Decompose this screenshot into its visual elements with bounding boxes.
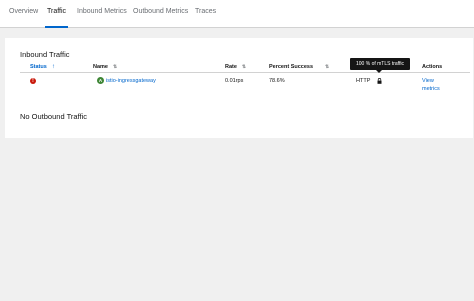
column-header-actions: Actions <box>422 64 443 70</box>
row-name-link[interactable]: istio-ingressgateway <box>106 78 156 84</box>
row-percent-success: 78.6% <box>269 77 285 84</box>
error-circle-icon: ! <box>30 78 36 84</box>
column-header-status[interactable]: Status ↑ <box>30 64 55 70</box>
app-badge: A <box>97 77 104 84</box>
sort-icon: ⇅ <box>241 64 247 70</box>
column-header-name[interactable]: Name ⇅ <box>93 64 117 70</box>
no-outbound-traffic-text: No Outbound Traffic <box>20 112 87 121</box>
tab-outbound-metrics[interactable]: Outbound Metrics <box>133 8 188 27</box>
traffic-card: Inbound Traffic Status ↑ Name ⇅ Rate ⇅ P… <box>5 38 473 138</box>
tab-inbound-metrics[interactable]: Inbound Metrics <box>77 8 127 27</box>
sort-ascending-icon: ↑ <box>51 64 55 70</box>
lock-icon[interactable] <box>377 78 382 84</box>
column-header-percent-success[interactable]: Percent Success ⇅ <box>269 64 329 70</box>
header-divider <box>20 72 470 73</box>
view-metrics-link[interactable]: View metrics <box>422 78 440 92</box>
tab-traffic[interactable]: Traffic <box>44 8 69 28</box>
tab-overview[interactable]: Overview <box>9 8 38 27</box>
tab-bar: Overview Traffic Inbound Metrics Outboun… <box>0 0 474 28</box>
inbound-traffic-title: Inbound Traffic <box>20 50 70 59</box>
row-rate: 0.01rps <box>225 77 244 84</box>
sort-icon: ⇅ <box>112 64 118 70</box>
column-header-rate[interactable]: Rate ⇅ <box>225 64 246 70</box>
mtls-tooltip: 100 % of mTLS traffic <box>350 58 410 73</box>
sort-icon: ⇅ <box>325 64 330 70</box>
tab-traces[interactable]: Traces <box>195 8 216 27</box>
row-protocol: HTTP <box>356 77 371 84</box>
